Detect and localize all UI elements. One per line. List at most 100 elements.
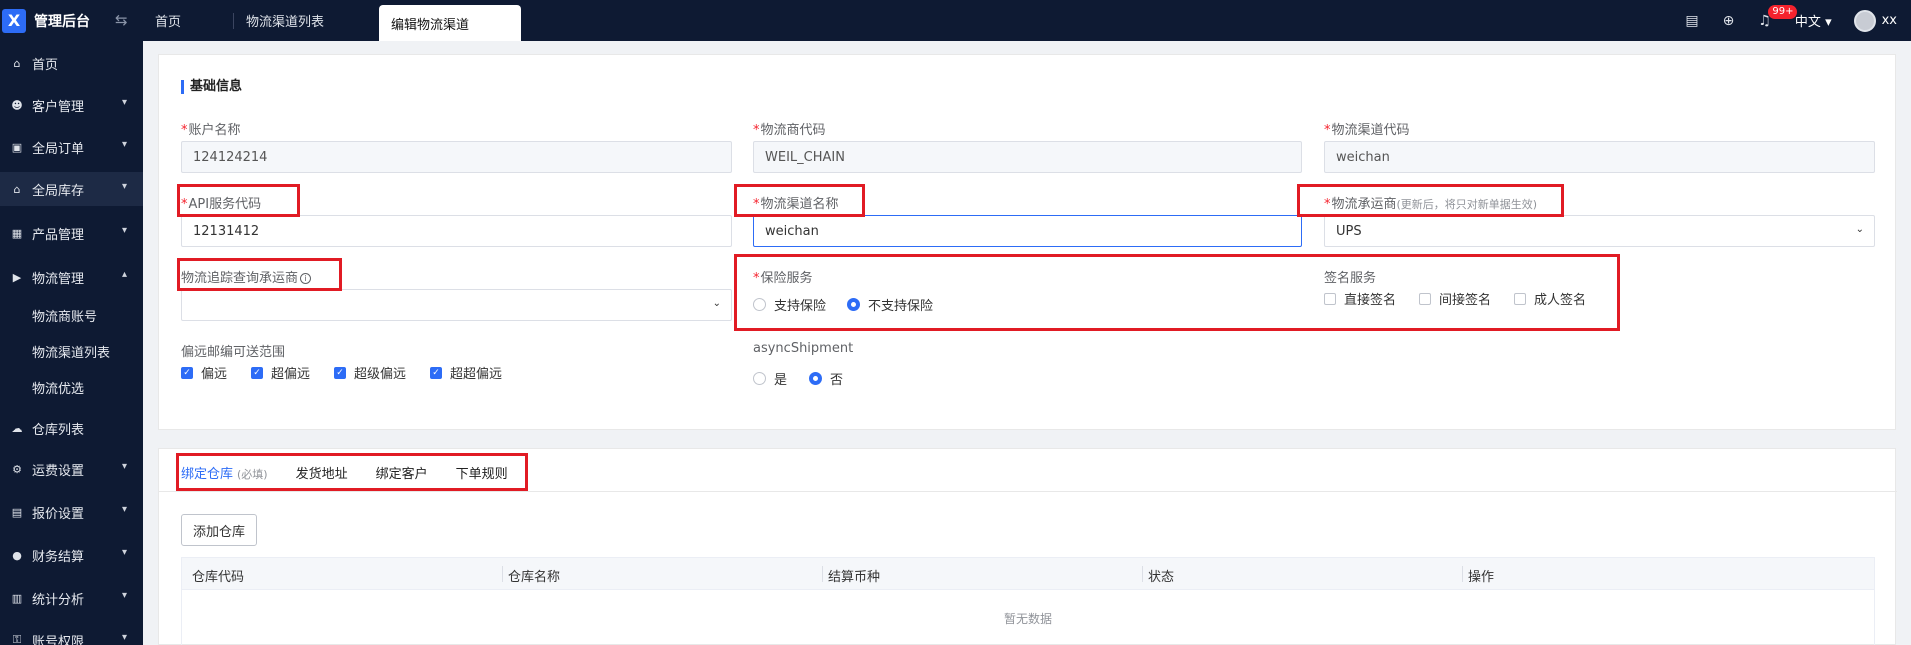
- chevron-down-icon: ▾: [121, 225, 127, 236]
- async-option-yes[interactable]: 是: [753, 369, 787, 388]
- sidebar-item-logistics[interactable]: ▶ 物流管理 ▴: [0, 260, 143, 294]
- checkbox-checked-icon: ✓: [430, 366, 442, 379]
- api-code-input[interactable]: 12131412: [181, 215, 732, 247]
- sidebar-item-label: 报价设置: [32, 506, 85, 522]
- avatar[interactable]: [1853, 9, 1876, 32]
- key-icon: ⚿: [12, 633, 22, 645]
- chevron-down-icon: ▾: [121, 97, 127, 108]
- swap-arrows-icon[interactable]: ⇆: [115, 11, 128, 29]
- sidebar-item-accounts[interactable]: ⚿ 账号权限 ▾: [0, 623, 143, 645]
- sidebar-subitem-logistics-preference[interactable]: 物流优选: [0, 372, 143, 402]
- carrier-code-input[interactable]: WEIL_CHAIN: [753, 141, 1302, 173]
- remote-option-3[interactable]: ✓ 超级偏远: [334, 363, 406, 382]
- sidebar: ⌂ 首页 ☻ 客户管理 ▾ ▣ 全局订单 ▾ ⌂ 全局库存 ▾ ▦ 产品管理 ▾ ▶ 物流管理 ▴ 物…: [0, 41, 143, 645]
- app-title: 管理后台: [34, 13, 90, 30]
- tab-edit-channel[interactable]: 编辑物流渠道: [379, 5, 521, 41]
- remote-option-2[interactable]: ✓ 超偏远: [251, 363, 310, 382]
- add-warehouse-button[interactable]: 添加仓库: [181, 514, 257, 546]
- sidebar-item-label: 财务结算: [32, 549, 85, 565]
- checkbox-checked-icon: ✓: [334, 366, 346, 379]
- home-icon: ⌂: [13, 56, 21, 70]
- sidebar-item-label: 全局库存: [32, 183, 85, 199]
- highlight-box: [176, 453, 528, 491]
- inbox-icon[interactable]: ▤: [1685, 13, 1698, 29]
- warehouse-icon: ⌂: [13, 182, 21, 196]
- channel-name-input[interactable]: weichan: [753, 215, 1302, 247]
- sidebar-item-label: 物流管理: [32, 271, 85, 287]
- sidebar-item-label: 全局订单: [32, 141, 85, 157]
- chart-icon: ▥: [11, 591, 23, 605]
- column-divider: [822, 566, 823, 582]
- chevron-down-icon: ▾: [121, 547, 127, 558]
- logo-icon: X: [2, 8, 26, 33]
- channel-code-label: *物流渠道代码: [1324, 123, 1410, 138]
- sidebar-item-quotes[interactable]: ▤ 报价设置 ▾: [0, 495, 143, 529]
- header-actions: ▤ ⊕ ♫ 99+ 中文 ▾ xx: [1685, 0, 1911, 41]
- chevron-down-icon: ▾: [121, 504, 127, 515]
- checkbox-checked-icon: ✓: [251, 366, 263, 379]
- column-divider: [1142, 566, 1143, 582]
- order-icon: ▣: [11, 140, 23, 154]
- money-icon: ●: [12, 548, 22, 562]
- account-name-input[interactable]: 124124214: [181, 141, 732, 173]
- radio-checked-icon: [809, 372, 822, 385]
- sidebar-item-products[interactable]: ▦ 产品管理 ▾: [0, 216, 143, 250]
- truck-icon: ▶: [12, 270, 22, 284]
- top-bar: X 管理后台 ⇆ 首页 物流渠道列表 编辑物流渠道 ▤ ⊕ ♫ 99+ 中文 ▾ …: [0, 0, 1911, 41]
- doc-icon: ▤: [11, 505, 23, 519]
- basic-info-card: 基础信息 *账户名称 124124214 *物流商代码 WEIL_CHAIN *…: [158, 54, 1896, 430]
- sidebar-subitem-carrier-accounts[interactable]: 物流商账号: [0, 300, 143, 330]
- sidebar-item-label: 仓库列表: [32, 422, 85, 438]
- language-select[interactable]: 中文 ▾: [1795, 11, 1832, 30]
- username[interactable]: xx: [1882, 13, 1897, 28]
- channel-carrier-select[interactable]: UPS ⌄: [1324, 215, 1875, 247]
- chevron-down-icon: ⌄: [1855, 224, 1864, 235]
- sidebar-item-shipping-fees[interactable]: ⚙ 运费设置 ▾: [0, 452, 143, 486]
- sidebar-item-label: 运费设置: [32, 463, 85, 479]
- sidebar-item-label: 账号权限: [32, 634, 85, 645]
- sidebar-item-finance[interactable]: ● 财务结算 ▾: [0, 538, 143, 572]
- highlight-box: [734, 254, 1620, 331]
- sidebar-item-label: 统计分析: [32, 592, 85, 608]
- tab-divider: [159, 491, 1897, 492]
- sidebar-item-label: 客户管理: [32, 99, 85, 115]
- sidebar-item-home[interactable]: ⌂ 首页: [0, 46, 143, 80]
- column-header: 仓库代码: [192, 570, 245, 585]
- async-shipment-label: asyncShipment: [753, 341, 854, 356]
- tab-bar: 首页 物流渠道列表 编辑物流渠道: [143, 0, 521, 41]
- column-header: 仓库名称: [508, 570, 561, 585]
- column-header: 状态: [1148, 570, 1175, 585]
- remote-option-1[interactable]: ✓ 偏远: [181, 363, 227, 382]
- sidebar-item-customers[interactable]: ☻ 客户管理 ▾: [0, 88, 143, 122]
- tab-home[interactable]: 首页: [143, 0, 233, 41]
- sidebar-item-label: 首页: [32, 57, 59, 73]
- bell-icon[interactable]: ♫ 99+: [1758, 4, 1798, 29]
- cloud-icon: ☁: [11, 421, 23, 435]
- checkbox-checked-icon: ✓: [181, 366, 193, 379]
- channel-carrier-value: UPS: [1336, 223, 1362, 239]
- section-title: 基础信息: [181, 80, 242, 94]
- column-divider: [502, 566, 503, 582]
- sidebar-item-inventory[interactable]: ⌂ 全局库存 ▾: [0, 172, 143, 206]
- tracking-carrier-select[interactable]: ⌄: [181, 289, 732, 321]
- chevron-down-icon: ▾: [121, 461, 127, 472]
- channel-code-input[interactable]: weichan: [1324, 141, 1875, 173]
- tab-channel-list[interactable]: 物流渠道列表: [234, 0, 379, 41]
- chevron-down-icon: ▾: [121, 139, 127, 150]
- sidebar-item-orders[interactable]: ▣ 全局订单 ▾: [0, 130, 143, 164]
- empty-state: 暂无数据: [1003, 612, 1052, 626]
- chevron-down-icon: ▾: [121, 590, 127, 601]
- table-header: 仓库代码 仓库名称 结算币种 状态 操作: [182, 558, 1874, 590]
- radio-icon: [753, 372, 766, 385]
- async-option-no[interactable]: 否: [809, 369, 843, 388]
- warehouse-table: 仓库代码 仓库名称 结算币种 状态 操作 暂无数据: [181, 557, 1875, 645]
- highlight-box: [177, 258, 342, 291]
- gear-icon: ⚙: [12, 462, 22, 476]
- download-icon[interactable]: ⊕: [1723, 13, 1735, 29]
- chevron-down-icon: ▾: [121, 181, 127, 192]
- sidebar-subitem-channel-list[interactable]: 物流渠道列表: [0, 336, 143, 366]
- sidebar-item-analytics[interactable]: ▥ 统计分析 ▾: [0, 581, 143, 615]
- chevron-down-icon: ⌄: [712, 298, 721, 309]
- sidebar-item-warehouses[interactable]: ☁ 仓库列表: [0, 411, 143, 445]
- remote-option-4[interactable]: ✓ 超超偏远: [430, 363, 502, 382]
